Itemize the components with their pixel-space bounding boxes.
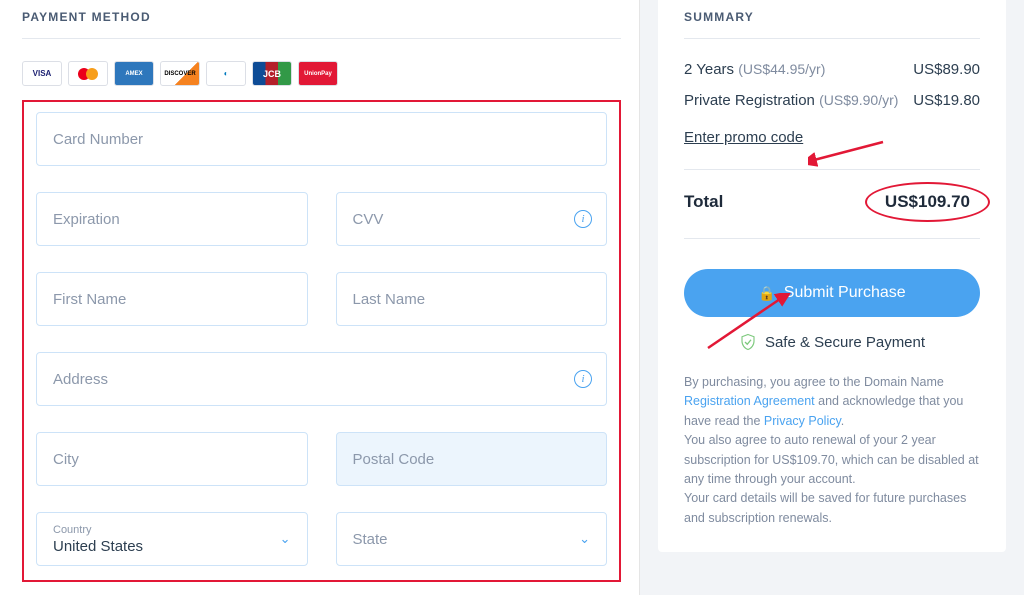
summary-line-2: Private Registration (US$9.90/yr) US$19.… — [684, 92, 980, 109]
submit-label: Submit Purchase — [784, 284, 906, 302]
last-name-placeholder: Last Name — [353, 291, 426, 308]
expiration-field[interactable]: Expiration — [36, 192, 308, 246]
total-value: US$109.70 — [875, 188, 980, 216]
postal-field[interactable]: Postal Code — [336, 432, 608, 486]
line1-value: US$89.90 — [913, 61, 980, 78]
country-label: Country — [53, 524, 92, 536]
first-name-field[interactable]: First Name — [36, 272, 308, 326]
cvv-placeholder: CVV — [353, 211, 384, 228]
expiration-placeholder: Expiration — [53, 211, 120, 228]
arrow-annotation-icon — [698, 293, 798, 353]
country-value: United States — [53, 538, 291, 555]
line2-value: US$19.80 — [913, 92, 980, 109]
line2-label: Private Registration — [684, 92, 815, 109]
jcb-icon: JCB — [252, 61, 292, 86]
info-icon[interactable]: i — [574, 370, 592, 388]
divider — [684, 238, 980, 239]
arrow-annotation-icon — [808, 138, 888, 168]
payment-section-title: PAYMENT METHOD — [22, 0, 621, 38]
diners-icon: ◐ — [206, 61, 246, 86]
chevron-down-icon: ⌄ — [579, 531, 590, 547]
state-select[interactable]: State ⌄ — [336, 512, 608, 566]
promo-code-link[interactable]: Enter promo code — [684, 129, 803, 146]
card-number-placeholder: Card Number — [53, 131, 143, 148]
summary-section-title: SUMMARY — [684, 0, 980, 38]
unionpay-icon: UnionPay — [298, 61, 338, 86]
summary-line-1: 2 Years (US$44.95/yr) US$89.90 — [684, 61, 980, 78]
line1-sub: (US$44.95/yr) — [738, 61, 825, 77]
payment-form: Card Number Expiration CVV i First Name … — [22, 100, 621, 582]
line2-sub: (US$9.90/yr) — [819, 92, 898, 108]
line1-label: 2 Years — [684, 61, 734, 78]
fine-print: By purchasing, you agree to the Domain N… — [684, 373, 980, 528]
address-field[interactable]: Address i — [36, 352, 607, 406]
last-name-field[interactable]: Last Name — [336, 272, 608, 326]
country-select[interactable]: Country United States ⌄ — [36, 512, 308, 566]
privacy-policy-link[interactable]: Privacy Policy — [764, 414, 841, 428]
discover-icon: DISCOVER — [160, 61, 200, 86]
mastercard-icon — [68, 61, 108, 86]
city-placeholder: City — [53, 451, 79, 468]
chevron-down-icon: ⌄ — [280, 531, 291, 547]
divider — [684, 169, 980, 170]
registration-agreement-link[interactable]: Registration Agreement — [684, 394, 815, 408]
visa-icon: VISA — [22, 61, 62, 86]
card-brand-row: VISA AMEX DISCOVER ◐ JCB UnionPay — [22, 61, 621, 86]
highlight-oval-icon — [865, 182, 990, 222]
first-name-placeholder: First Name — [53, 291, 126, 308]
city-field[interactable]: City — [36, 432, 308, 486]
info-icon[interactable]: i — [574, 210, 592, 228]
divider — [22, 38, 621, 39]
card-number-field[interactable]: Card Number — [36, 112, 607, 166]
total-label: Total — [684, 192, 723, 212]
amex-icon: AMEX — [114, 61, 154, 86]
total-row: Total US$109.70 — [684, 188, 980, 216]
postal-placeholder: Postal Code — [353, 451, 435, 468]
cvv-field[interactable]: CVV i — [336, 192, 608, 246]
address-placeholder: Address — [53, 371, 108, 388]
divider — [684, 38, 980, 39]
state-placeholder: State — [353, 531, 388, 548]
